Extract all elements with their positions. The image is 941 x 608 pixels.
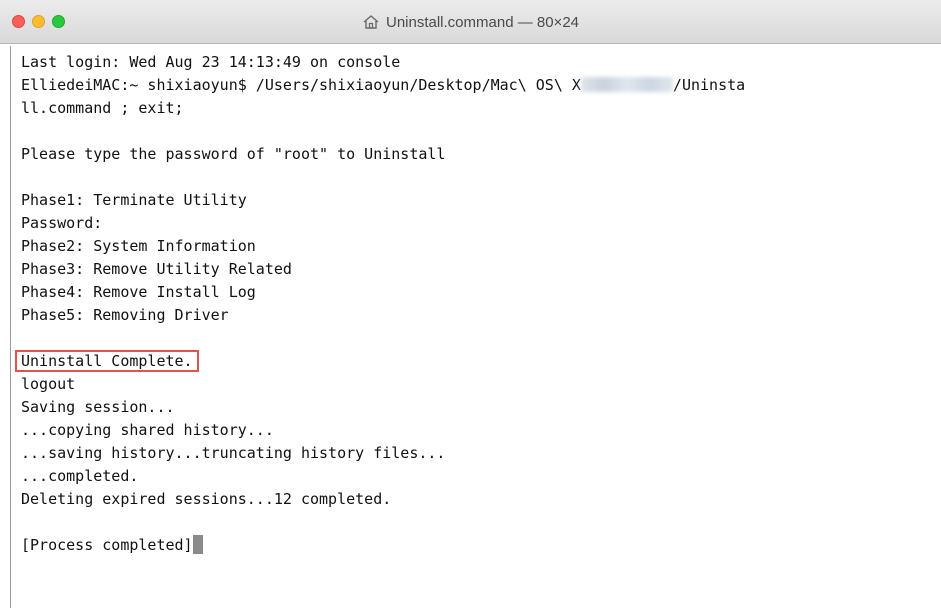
window-title-text: Uninstall.command — 80×24: [385, 13, 579, 31]
home-icon: [362, 14, 380, 30]
window-title: Uninstall.command — 80×24: [0, 0, 941, 44]
terminal-line: ...completed.: [21, 467, 139, 485]
command-prefix: ElliedeiMAC:~ shixiaoyun$ /Users/shixiao…: [21, 76, 581, 94]
terminal-line: Phase3: Remove Utility Related: [21, 260, 292, 278]
terminal-line: ll.command ; exit;: [21, 99, 184, 117]
terminal-line: Uninstall Complete.: [15, 350, 941, 373]
terminal-line: Phase2: System Information: [21, 237, 256, 255]
terminal-line: Phase4: Remove Install Log: [21, 283, 256, 301]
terminal-line: Phase5: Removing Driver: [21, 306, 229, 324]
terminal-line: ...saving history...truncating history f…: [21, 444, 446, 462]
text-cursor: [192, 535, 203, 554]
terminal-line: Password:: [21, 214, 103, 232]
redacted-text: [580, 77, 673, 92]
terminal-line: ...copying shared history...: [21, 421, 274, 439]
terminal-line: Please type the password of "root" to Un…: [21, 145, 446, 163]
terminal-output[interactable]: Last login: Wed Aug 23 14:13:49 on conso…: [10, 46, 941, 608]
terminal-window: Uninstall.command — 80×24 Last login: We…: [0, 0, 941, 608]
uninstall-complete-highlight: Uninstall Complete.: [15, 350, 199, 372]
terminal-line: Last login: Wed Aug 23 14:13:49 on conso…: [21, 53, 401, 71]
title-bar[interactable]: Uninstall.command — 80×24: [0, 0, 941, 44]
terminal-line: Phase1: Terminate Utility: [21, 191, 247, 209]
terminal-line: logout: [21, 375, 76, 393]
terminal-line: Deleting expired sessions...12 completed…: [21, 490, 392, 508]
terminal-line: [Process completed]: [21, 534, 941, 557]
command-suffix: /Uninsta: [672, 76, 746, 94]
terminal-line: Saving session...: [21, 398, 175, 416]
process-completed: [Process completed]: [21, 536, 193, 554]
terminal-line: ElliedeiMAC:~ shixiaoyun$ /Users/shixiao…: [21, 74, 941, 97]
